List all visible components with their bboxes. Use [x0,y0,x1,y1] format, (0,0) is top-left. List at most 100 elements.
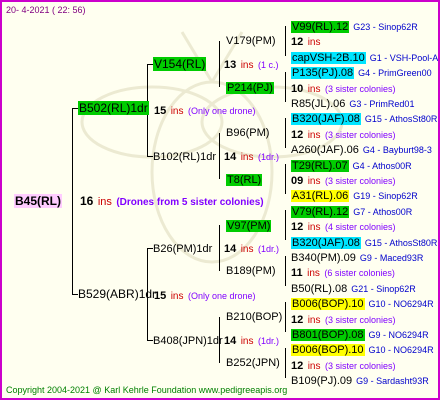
gen4-drone: 09 ins (3 sister colonies) [291,173,395,189]
gen4-queen[interactable]: B320(JAF).08 G15 - AthosSt80R [291,111,437,126]
gen4-name[interactable]: A31(RL).06 [291,190,350,203]
gen4-queen[interactable]: V99(RL).12 G23 - Sinop62R [291,19,418,34]
gen4-queen[interactable]: P135(PJ).08 G4 - PrimGreen00 [291,65,432,80]
gen3-name[interactable]: T8(RL) [226,174,263,186]
gen4-note: (3 sister colonies) [324,314,396,325]
tree-line [285,302,286,332]
root-queen[interactable]: B45(RL) [14,194,63,208]
gen3-name[interactable]: P214(PJ) [226,82,274,94]
gen4-name[interactable]: V79(RL).12 [291,205,350,218]
gen4-queen[interactable]: B109(PJ).09 G9 - Sardasht93R [291,373,429,388]
tree-line [285,26,286,56]
gen4-queen[interactable]: B340(PM).09 G9 - Maced93R [291,250,423,265]
tree-line [285,210,286,240]
gen4-note: (6 sister colonies) [324,268,395,279]
gen2-drone: 14 ins (1dr.) [224,335,279,347]
tree-line [285,348,286,378]
gen4-name[interactable]: P135(PJ).08 [291,67,355,80]
gen4-num: 11 [291,267,303,280]
tree-line [219,225,220,271]
gen1-item[interactable]: B529(ABR)1dr [78,287,156,301]
gen4-queen[interactable]: R85(JL).06 G3 - PrimRed01 [291,96,414,111]
gen3-item[interactable]: V97(PM) [226,218,272,233]
gen1-name[interactable]: B529(ABR)1dr [78,287,156,301]
gen4-num: 12 [291,359,304,372]
timestamp: 20- 4-2021 ( 22: 56) [6,5,86,15]
gen4-num: 10 [291,82,304,95]
tree-line [219,133,220,179]
gen4-name[interactable]: B006(BOP).10 [291,298,365,311]
gen4-queen[interactable]: B50(RL).08 G21 - Sinop62R [291,281,416,296]
gen2-drone: 14 ins (1dr.) [224,151,279,163]
gen4-drone: 12 ins (3 sister colonies) [291,127,395,143]
tree-line [219,41,220,87]
gen2-item[interactable]: V154(RL) [153,57,207,71]
gen2-drone: 14 ins (1dr.) [224,243,279,255]
gen2-item[interactable]: B408(JPN)1dr [153,333,223,348]
gen4-info: G23 - Sinop62R [353,22,418,32]
gen2-item[interactable]: B26(PM)1dr [153,241,212,256]
gen4-queen[interactable]: B006(BOP).10 G10 - NO6294R [291,342,434,357]
gen3-name[interactable]: B189(PM) [226,264,276,278]
gen4-note: (3 sister colonies) [324,83,396,94]
gen4-queen[interactable]: A31(RL).06 G19 - Sinop62R [291,188,418,203]
gen4-queen[interactable]: B006(BOP).10 G10 - NO6294R [291,296,434,311]
gen4-info: G15 - AthosSt80R [364,237,438,248]
gen4-note: (3 sister colonies) [324,129,396,140]
gen1-drone: 15 ins (Only one drone) [154,105,256,117]
tree-line [285,164,286,194]
gen2-name[interactable]: B26(PM)1dr [153,243,212,255]
gen4-name[interactable]: B50(RL).08 [291,283,347,295]
gen4-drone: 12 ins (3 sister colonies) [291,312,395,328]
gen4-name[interactable]: A260(JAF).06 [291,144,359,156]
gen2-name[interactable]: V154(RL) [153,57,207,71]
gen4-queen[interactable]: B320(JAF).08 G15 - AthosSt80R [291,235,437,250]
gen4-name[interactable]: V99(RL).12 [291,21,350,33]
gen1-drone: 15 ins (Only one drone) [154,290,256,302]
gen4-name[interactable]: B320(JAF).08 [291,113,361,126]
gen4-info: G1 - VSH-Pool-AR [369,52,440,63]
gen4-num: 12 [291,221,304,234]
gen4-name[interactable]: B006(BOP).10 [291,344,365,357]
gen3-item[interactable]: P214(PJ) [226,80,274,95]
gen4-name[interactable]: B320(JAF).08 [291,236,361,249]
gen4-ins: ins [307,176,321,187]
gen2-drone: 13 ins (1 c.) [224,59,279,71]
root-drone-info: 16 ins (Drones from 5 sister colonies) [80,194,264,210]
gen4-ins: ins [307,314,321,326]
gen4-queen[interactable]: capVSH-2B.10 G1 - VSH-Pool-AR [291,50,440,65]
gen3-name[interactable]: B210(BOP) [226,310,282,324]
gen4-name[interactable]: capVSH-2B.10 [291,51,366,64]
gen1-name[interactable]: B502(RL)1dr [78,101,149,115]
gen4-queen[interactable]: T29(RL).07 G4 - Athos00R [291,158,412,173]
gen3-name[interactable]: B96(PM) [226,126,269,140]
gen4-queen[interactable]: B801(BOP).08 G9 - NO6294R [291,327,429,342]
gen3-name[interactable]: V179(PM) [226,34,276,48]
gen4-num: 12 [291,128,304,141]
gen4-info: G21 - Sinop62R [351,283,416,294]
gen4-info: G9 - Sardasht93R [356,376,429,387]
root-name[interactable]: B45(RL) [14,194,63,208]
gen4-name[interactable]: B109(PJ).09 [291,375,352,387]
gen4-queen[interactable]: V79(RL).12 G7 - Athos00R [291,204,412,219]
gen4-queen[interactable]: A260(JAF).06 G4 - Bayburt98-3 [291,142,432,157]
gen1-item[interactable]: B502(RL)1dr [78,101,149,115]
gen4-info: G15 - AthosSt80R [364,114,438,125]
gen2-name[interactable]: B408(JPN)1dr [153,335,223,347]
gen3-name[interactable]: V97(PM) [226,220,272,232]
gen4-ins: ins [307,222,321,234]
gen4-note: (3 sister colonies) [324,360,396,371]
gen3-item[interactable]: T8(RL) [226,172,263,187]
gen2-name[interactable]: B102(RL)1dr [153,151,216,163]
gen4-name[interactable]: T29(RL).07 [291,159,349,172]
gen4-num: 12 [291,36,304,49]
gen3-name[interactable]: B252(JPN) [226,356,280,370]
copyright: Copyright 2004-2021 @ Karl Kehrle Founda… [6,385,288,395]
gen4-name[interactable]: R85(JL).06 [291,98,345,110]
gen4-drone: 12 ins (3 sister colonies) [291,358,395,374]
gen4-name[interactable]: B801(BOP).08 [291,329,365,341]
gen2-item[interactable]: B102(RL)1dr [153,149,216,164]
root-note: (Drones from 5 sister colonies) [116,197,264,208]
gen4-info: G9 - NO6294R [368,330,429,340]
gen4-name[interactable]: B340(PM).09 [291,252,356,264]
